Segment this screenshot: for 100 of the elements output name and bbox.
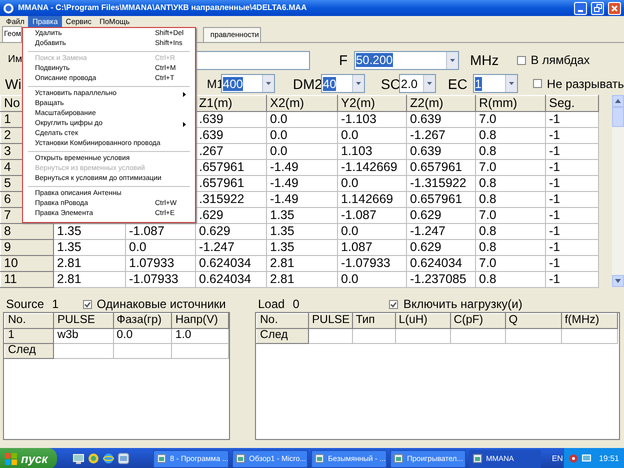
row-number: След: [4, 344, 54, 358]
caret-icon: [508, 82, 514, 85]
table-cell: -1.315922: [406, 176, 476, 192]
table-cell: 0.657961: [406, 192, 476, 208]
table-cell: .639: [196, 128, 266, 144]
field-value: 1: [474, 76, 482, 90]
column-header: PULSE: [308, 314, 352, 328]
column-header: PULSE: [54, 314, 114, 328]
table-cell: 2.81: [54, 272, 126, 288]
table-cell: -1: [546, 176, 598, 192]
window-icon: [394, 454, 403, 463]
dropdown-field[interactable]: 50.200: [354, 50, 459, 70]
checkbox[interactable]: [516, 56, 526, 64]
table-cell: .315922: [196, 192, 266, 208]
field-label: Им: [8, 55, 22, 65]
table-cell: 0.8: [476, 240, 546, 256]
dropdown-button[interactable]: [352, 75, 364, 92]
table-cell: 0.0: [266, 144, 338, 160]
table-cell: 1.35: [266, 224, 338, 240]
table-cell: .267: [196, 144, 266, 160]
table-cell: 1.07933: [126, 256, 196, 272]
scroll-thumb[interactable]: [612, 107, 624, 127]
dropdown-field[interactable]: 400: [220, 74, 275, 93]
checkmark-icon: [390, 300, 398, 308]
table-cell: 0.0: [338, 128, 406, 144]
column-header: C(pF): [450, 314, 506, 328]
caret-icon: [356, 82, 361, 85]
table-cell: -1: [546, 256, 598, 272]
scroll-down-button[interactable]: [612, 275, 624, 287]
table-cell: 0.0: [338, 224, 406, 240]
column-header: Seg.: [546, 96, 598, 112]
column-header: Напр(V): [172, 314, 228, 328]
table-cell: -1.267: [406, 128, 476, 144]
scroll-up-button[interactable]: [612, 95, 624, 107]
table-cell: [450, 328, 506, 344]
table-cell: 0.8: [476, 192, 546, 208]
window-icon: [157, 454, 166, 463]
panel-label: Source: [6, 298, 44, 310]
table-cell: -1.103: [338, 112, 406, 128]
column-header: f(MHz): [561, 314, 618, 328]
submenu-arrow-icon: [183, 92, 186, 97]
unit-label: MHz: [470, 53, 499, 67]
count-label: 1: [52, 298, 59, 310]
column-header: Z1(m): [196, 96, 266, 112]
dropdown-button[interactable]: [262, 75, 274, 92]
table-cell: 1.35: [266, 240, 338, 256]
table-cell: -1.247: [406, 224, 476, 240]
text-field[interactable]: [195, 50, 310, 70]
table-cell: -1.142669: [338, 160, 406, 176]
dropdown-field[interactable]: 40: [320, 74, 365, 93]
table-cell: -1: [546, 160, 598, 176]
table-cell: 0.624034: [406, 256, 476, 272]
field-label: EC: [448, 76, 468, 90]
column-header: X2(m): [266, 96, 338, 112]
field-value: 400: [222, 76, 243, 90]
start-button[interactable]: пуск: [0, 448, 57, 468]
dropdown-button[interactable]: [422, 75, 435, 92]
table-cell: 1.142669: [338, 192, 406, 208]
checkbox[interactable]: [532, 79, 542, 88]
app-icon: [3, 2, 14, 14]
globe-icon: [103, 453, 114, 464]
row-number: 1: [4, 328, 54, 344]
table-cell: [395, 328, 450, 344]
dropdown-field[interactable]: 1: [472, 74, 518, 93]
table-cell: 0.8: [476, 224, 546, 240]
row-number: 8: [0, 224, 54, 240]
table-cell: -1.07933: [126, 272, 196, 288]
column-header: Q: [505, 314, 562, 328]
column-header: L(uH): [395, 314, 450, 328]
minimize-button[interactable]: [574, 2, 587, 14]
table-cell: -1: [546, 208, 598, 224]
table-cell: 0.639: [406, 144, 476, 160]
submenu-arrow-icon: [183, 122, 186, 127]
table-cell: -1: [546, 144, 598, 160]
close-button[interactable]: [608, 2, 621, 14]
checkbox-label: В лямбдах: [530, 54, 590, 66]
language-indicator[interactable]: EN: [552, 454, 563, 462]
table-cell: 7.0: [476, 208, 546, 224]
table-cell: 0.0: [338, 176, 406, 192]
column-header: No.: [256, 314, 308, 328]
field-label: DM2: [292, 76, 321, 90]
table-cell: 0.629: [196, 224, 266, 240]
table-cell: 1.35: [54, 240, 126, 256]
dropdown-button[interactable]: [446, 52, 458, 68]
table-cell: -1.247: [196, 240, 266, 256]
dropdown-button[interactable]: [504, 75, 517, 92]
row-number: 9: [0, 240, 54, 256]
caret-icon: [426, 82, 432, 85]
table-cell: w3b: [54, 328, 114, 344]
table-cell: 0.624034: [196, 272, 266, 288]
table-cell: 0.0: [266, 128, 338, 144]
maximize-button[interactable]: [591, 2, 604, 14]
checkmark-icon: [84, 300, 91, 308]
circle-icon: [88, 453, 99, 464]
checkbox[interactable]: [82, 300, 92, 308]
checkbox[interactable]: [389, 300, 398, 308]
dropdown-field[interactable]: 2.0: [398, 74, 436, 93]
window-icon: [315, 454, 324, 463]
table-cell: -1.49: [266, 176, 338, 192]
window-icon: [118, 453, 129, 464]
